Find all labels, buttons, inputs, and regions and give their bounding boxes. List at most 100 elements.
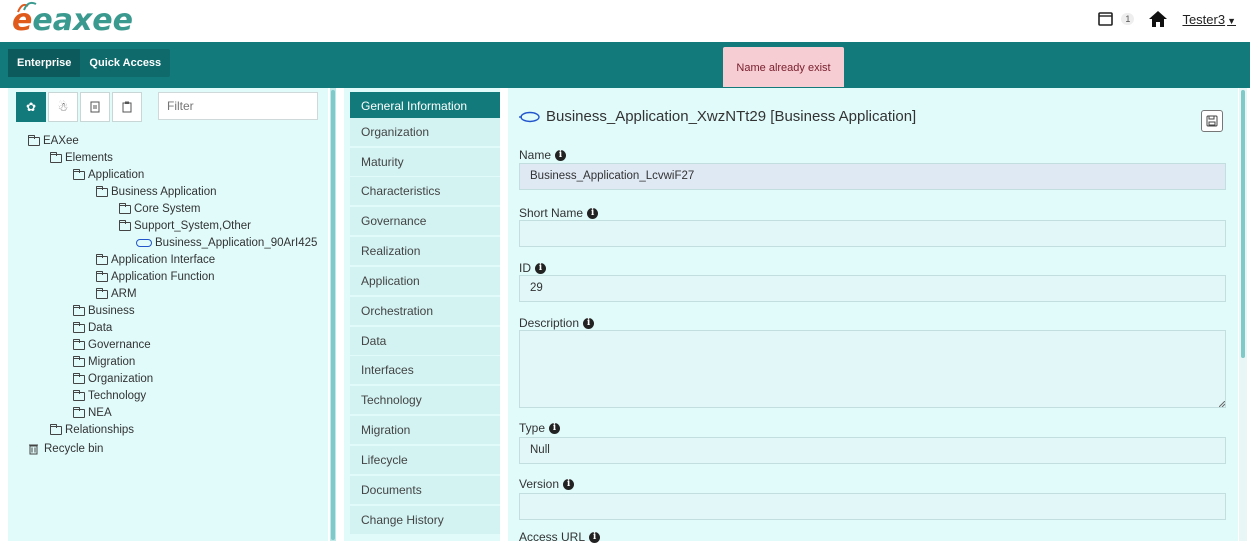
description-label-text: Description	[519, 316, 580, 330]
folder-icon	[119, 219, 131, 231]
tree-node[interactable]: Elements	[50, 151, 113, 165]
info-icon[interactable]: i	[583, 317, 595, 329]
description-textarea[interactable]	[519, 330, 1226, 408]
hierarchy-tab[interactable]: ☃	[48, 92, 78, 122]
nav-enterprise[interactable]: Enterprise	[8, 49, 81, 77]
tree-node[interactable]: Business	[73, 304, 135, 318]
access-url-label-text: Access URL	[519, 530, 586, 544]
tree-node-recycle-bin[interactable]: Recycle bin	[28, 442, 103, 456]
name-label: Name i	[519, 148, 567, 162]
tree-node[interactable]: Core System	[119, 202, 200, 216]
menu-general-information[interactable]: General Information	[350, 92, 500, 120]
detail-form: Business_Application_XwzNTt29 [Business …	[508, 88, 1238, 544]
save-button[interactable]	[1201, 110, 1223, 132]
tree-node-label: Core System	[134, 203, 201, 215]
short-name-label-text: Short Name	[519, 206, 584, 220]
info-icon[interactable]: i	[535, 262, 546, 274]
tree-node-label: Application Interface	[111, 254, 216, 266]
info-icon[interactable]: i	[549, 422, 561, 434]
tree-node[interactable]: Business Application	[96, 185, 216, 199]
description-label: Description i	[519, 316, 595, 330]
notification-icon[interactable]	[1097, 10, 1115, 28]
gear-tab[interactable]: ✿	[16, 92, 46, 122]
info-icon[interactable]: i	[587, 207, 599, 219]
menu-documents[interactable]: Documents	[350, 476, 500, 504]
tree-node-label: Business_Application_90ArI425	[155, 237, 318, 249]
nav-group: Enterprise Quick Access	[8, 49, 171, 77]
info-icon[interactable]: i	[563, 478, 575, 490]
form-scrollbar[interactable]	[1239, 88, 1247, 541]
version-label-text: Version	[519, 477, 560, 491]
id-label: ID i	[519, 261, 546, 275]
tree-node[interactable]: Support_System,Other	[119, 219, 251, 233]
menu-governance[interactable]: Governance	[350, 207, 500, 235]
document-tab[interactable]	[80, 92, 110, 122]
folder-icon	[96, 253, 108, 265]
tree-node[interactable]: Application Interface	[96, 253, 215, 267]
menu-organization[interactable]: Organization	[350, 118, 500, 146]
menu-migration[interactable]: Migration	[350, 416, 500, 444]
name-label-text: Name	[519, 148, 552, 162]
menu-interfaces[interactable]: Interfaces	[350, 356, 500, 384]
tree-node-label: Recycle bin	[44, 443, 104, 455]
document-icon	[90, 101, 100, 113]
name-input[interactable]: Business_Application_LcvwiF27	[519, 163, 1226, 190]
info-icon[interactable]: i	[555, 149, 567, 161]
business-application-icon	[519, 111, 540, 122]
menu-realization[interactable]: Realization	[350, 237, 500, 265]
chevron-down-icon: ▼	[1227, 15, 1236, 26]
tree-node-label: Data	[88, 322, 113, 334]
menu-change-history[interactable]: Change History	[350, 506, 500, 534]
menu-characteristics[interactable]: Characteristics	[350, 177, 500, 205]
tree-node[interactable]: Governance	[73, 338, 151, 352]
tree-node[interactable]: Migration	[73, 355, 135, 369]
menu-orchestration[interactable]: Orchestration	[350, 297, 500, 325]
tree-node[interactable]: Organization	[73, 372, 153, 386]
tree-scrollbar[interactable]	[330, 88, 336, 541]
menu-application[interactable]: Application	[350, 267, 500, 295]
tree-node[interactable]: Business_Application_90ArI425	[136, 236, 317, 250]
folder-icon	[73, 372, 85, 384]
main-navbar: Enterprise Quick Access	[0, 42, 1250, 88]
tree-node-label: Application	[88, 169, 145, 181]
home-icon[interactable]	[1148, 10, 1168, 28]
folder-icon	[73, 321, 85, 333]
tree-node-label: Application Function	[111, 271, 215, 283]
page-title: Business_Application_XwzNTt29 [Business …	[518, 108, 916, 125]
save-icon	[1206, 115, 1218, 127]
tree-node[interactable]: NEA	[73, 406, 112, 420]
menu-maturity[interactable]: Maturity	[350, 148, 500, 176]
tree-filter-input[interactable]	[158, 92, 318, 120]
tree-node[interactable]: EAXee	[28, 134, 79, 148]
menu-technology[interactable]: Technology	[350, 386, 500, 414]
version-input[interactable]	[519, 493, 1226, 520]
user-menu[interactable]: Tester3 ▼	[1182, 12, 1236, 27]
short-name-input[interactable]	[519, 220, 1226, 247]
tree-node[interactable]: Data	[73, 321, 112, 335]
resize-handle-icon[interactable]	[1219, 401, 1225, 407]
trash-icon	[29, 444, 38, 455]
tree-node[interactable]: Technology	[73, 389, 146, 403]
tree-panel: ✿ ☃ EAXee Elements Application Business …	[8, 88, 328, 541]
menu-lifecycle[interactable]: Lifecycle	[350, 446, 500, 474]
eaxee-logo[interactable]: eeaxee	[12, 1, 133, 38]
tree-node[interactable]: Relationships	[50, 423, 134, 437]
folder-icon	[73, 406, 85, 418]
type-label: Type i	[519, 421, 561, 435]
nav-quick-access[interactable]: Quick Access	[80, 49, 170, 77]
tree-node-label: Business Application	[111, 186, 217, 198]
section-menu: General Information Organization Maturit…	[344, 88, 500, 541]
id-input[interactable]: 29	[519, 275, 1226, 302]
type-select[interactable]: Null	[519, 437, 1226, 464]
tree-node[interactable]: ARM	[96, 287, 137, 301]
tree-node-label: ARM	[111, 288, 137, 300]
notification-count-badge: 1	[1121, 13, 1135, 25]
folder-icon	[73, 355, 85, 367]
tree-node[interactable]: Application Function	[96, 270, 215, 284]
tree-node-label: Migration	[88, 356, 136, 368]
folder-icon	[50, 423, 62, 435]
tree-node[interactable]: Application	[73, 168, 144, 182]
clipboard-tab[interactable]	[112, 92, 142, 122]
clipboard-icon	[122, 101, 132, 113]
menu-data[interactable]: Data	[350, 327, 500, 355]
